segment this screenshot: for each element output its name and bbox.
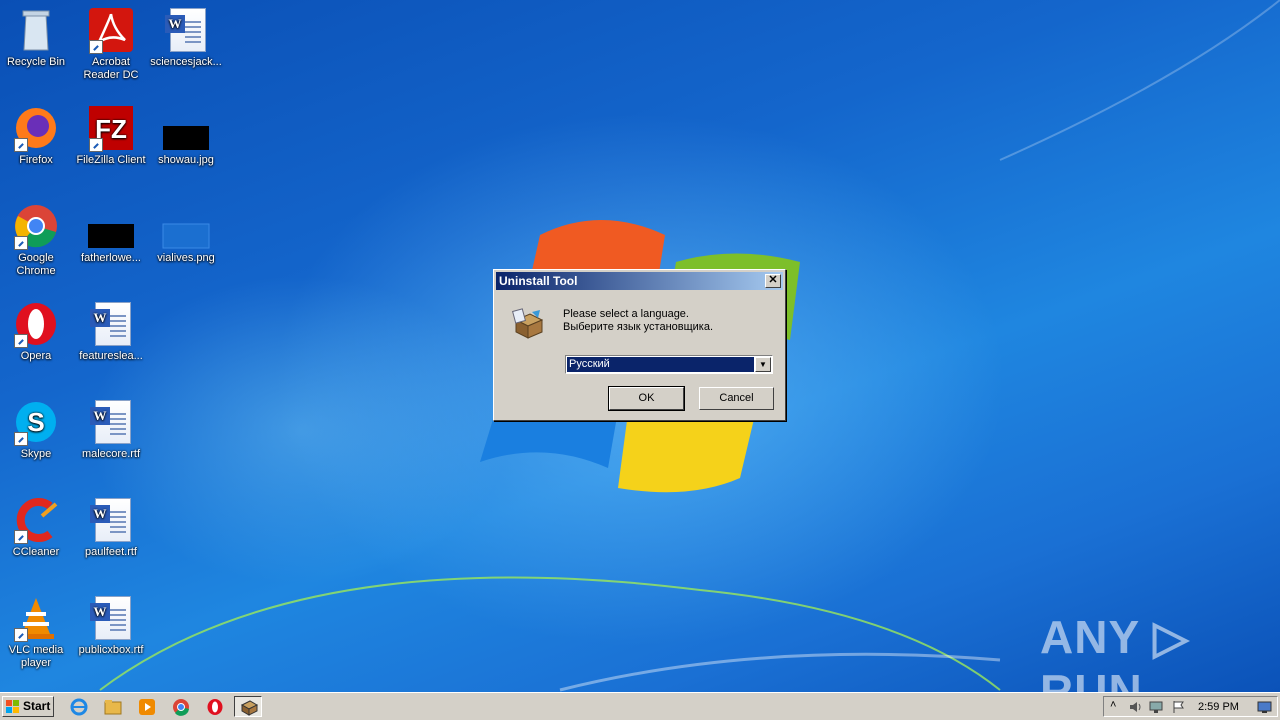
desktop-icon-showau[interactable]: showau.jpg <box>150 104 222 167</box>
image-file-icon <box>162 202 210 250</box>
shortcut-arrow-icon <box>14 628 28 642</box>
word-document-icon: W <box>87 496 135 544</box>
dialog-titlebar[interactable]: Uninstall Tool ✕ <box>496 272 783 290</box>
filezilla-icon: FZ <box>87 104 135 152</box>
shortcut-arrow-icon <box>89 40 103 54</box>
icon-label: Skype <box>20 448 52 460</box>
acrobat-icon <box>87 6 135 54</box>
taskbar: Start ˄ 2:59 PM <box>0 692 1280 720</box>
vlc-cone-icon <box>12 594 60 642</box>
network-icon[interactable] <box>1148 699 1164 715</box>
dialog-title: Uninstall Tool <box>499 274 578 288</box>
icon-label: publicxbox.rtf <box>78 644 144 656</box>
icon-label: vialives.png <box>157 252 215 264</box>
desktop-icon-fatherlowe[interactable]: fatherlowe... <box>75 202 147 265</box>
image-file-icon <box>162 104 210 152</box>
icon-label: Firefox <box>19 154 53 166</box>
shortcut-arrow-icon <box>14 138 28 152</box>
icon-label: fatherlowe... <box>81 252 141 264</box>
close-icon: ✕ <box>768 274 778 286</box>
clock[interactable]: 2:59 PM <box>1198 701 1239 713</box>
shortcut-arrow-icon <box>14 432 28 446</box>
desktop-icon-paulfeet[interactable]: W paulfeet.rtf <box>75 496 147 559</box>
desktop-icon-recycle-bin[interactable]: Recycle Bin <box>0 6 72 69</box>
svg-text:S: S <box>27 407 44 437</box>
desktop-icon-firefox[interactable]: Firefox <box>0 104 72 167</box>
show-desktop-icon[interactable] <box>1257 700 1273 714</box>
start-button[interactable]: Start <box>2 696 54 717</box>
icon-label: FileZilla Client <box>76 154 146 166</box>
firefox-icon <box>12 104 60 152</box>
desktop-icon-filezilla[interactable]: FZ FileZilla Client <box>75 104 147 167</box>
desktop-icon-featureslea[interactable]: W featureslea... <box>75 300 147 363</box>
taskbar-item-uninstall-tool[interactable] <box>234 696 262 717</box>
desktop-icon-malecore[interactable]: W malecore.rtf <box>75 398 147 461</box>
recycle-bin-icon <box>12 6 60 54</box>
uninstall-tool-dialog: Uninstall Tool ✕ Please select a languag… <box>493 269 786 421</box>
windows-logo-icon <box>6 700 19 713</box>
word-document-icon: W <box>87 594 135 642</box>
icon-label: Opera <box>20 350 52 362</box>
icon-label: featureslea... <box>79 350 143 362</box>
icon-label: VLC media player <box>8 644 64 669</box>
system-tray: ˄ 2:59 PM <box>1103 696 1278 717</box>
desktop-icon-google-chrome[interactable]: Google Chrome <box>0 202 72 278</box>
desktop-icon-vlc[interactable]: VLC media player <box>0 594 72 670</box>
chrome-taskbar-icon[interactable] <box>172 698 190 716</box>
language-select[interactable]: Русский ▼ <box>565 355 773 374</box>
installer-box-icon <box>512 308 544 340</box>
desktop-icon-skype[interactable]: S Skype <box>0 398 72 461</box>
desktop-icon-publicxbox[interactable]: W publicxbox.rtf <box>75 594 147 657</box>
icon-label: sciencesjack... <box>150 56 222 68</box>
message-english: Please select a language. <box>563 308 689 320</box>
ok-button[interactable]: OK <box>608 386 685 411</box>
shortcut-arrow-icon <box>14 236 28 250</box>
icon-label: showau.jpg <box>158 154 214 166</box>
icon-label: Google Chrome <box>16 252 56 277</box>
internet-explorer-icon[interactable] <box>70 698 88 716</box>
desktop-icon-ccleaner[interactable]: CCleaner <box>0 496 72 559</box>
icon-label: malecore.rtf <box>81 448 141 460</box>
start-label: Start <box>23 699 51 713</box>
media-player-icon[interactable] <box>138 698 156 716</box>
image-file-icon <box>87 202 135 250</box>
shortcut-arrow-icon <box>14 530 28 544</box>
volume-icon[interactable] <box>1128 699 1144 715</box>
chevron-down-icon: ▼ <box>759 360 767 369</box>
desktop: Recycle Bin Firefox Google Chrome Opera … <box>0 0 1280 692</box>
word-document-icon: W <box>162 6 210 54</box>
show-hidden-icons-arrow[interactable]: ˄ <box>1110 699 1116 711</box>
word-document-icon: W <box>87 300 135 348</box>
opera-icon <box>12 300 60 348</box>
close-button[interactable]: ✕ <box>765 274 781 288</box>
icon-label: paulfeet.rtf <box>85 546 137 558</box>
installer-box-icon <box>240 700 258 716</box>
shortcut-arrow-icon <box>89 138 103 152</box>
cancel-button[interactable]: Cancel <box>699 387 774 410</box>
anyrun-watermark: ANY ▷ RUN <box>1040 611 1190 692</box>
desktop-icon-vialives[interactable]: vialives.png <box>150 202 222 265</box>
word-document-icon: W <box>87 398 135 446</box>
desktop-icon-opera[interactable]: Opera <box>0 300 72 363</box>
chrome-icon <box>12 202 60 250</box>
message-russian: Выберите язык установщика. <box>563 321 714 333</box>
dropdown-button[interactable]: ▼ <box>755 357 771 372</box>
opera-taskbar-icon[interactable] <box>206 698 224 716</box>
icon-label: Acrobat Reader DC <box>83 56 139 81</box>
file-explorer-icon[interactable] <box>104 698 122 716</box>
action-center-flag-icon[interactable] <box>1170 699 1186 715</box>
desktop-icon-sciencesjack[interactable]: W sciencesjack... <box>150 6 222 69</box>
icon-label: CCleaner <box>12 546 60 558</box>
ccleaner-icon <box>12 496 60 544</box>
language-selected-value: Русский <box>567 357 754 372</box>
icon-label: Recycle Bin <box>6 56 66 68</box>
desktop-icon-acrobat-reader[interactable]: Acrobat Reader DC <box>75 6 147 82</box>
skype-icon: S <box>12 398 60 446</box>
shortcut-arrow-icon <box>14 334 28 348</box>
